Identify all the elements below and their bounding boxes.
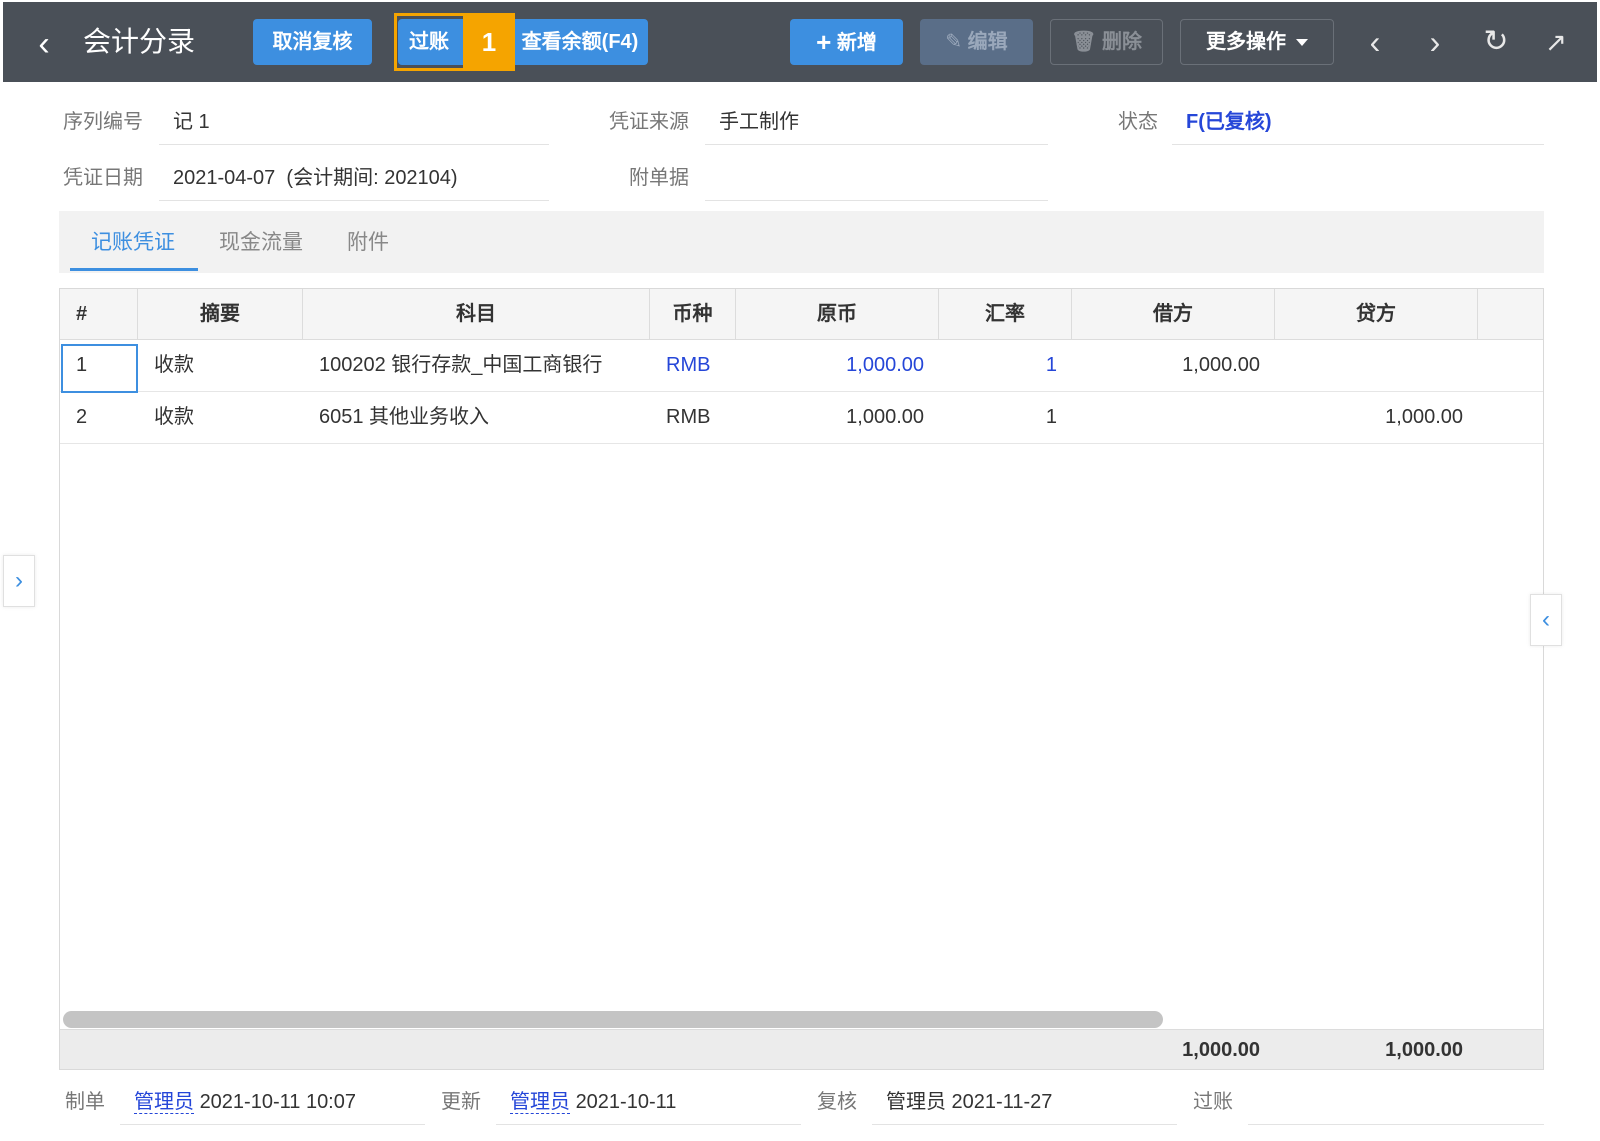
cell-no[interactable]: 2	[76, 392, 87, 443]
entries-table: # 摘要 科目 币种 原币 汇率 借方 贷方 1 收款 100202 银行存款_…	[59, 288, 1544, 1070]
plus-icon: +	[816, 27, 832, 57]
delete-button[interactable]: 🗑 删除	[1050, 19, 1163, 65]
table-header: # 摘要 科目 币种 原币 汇率 借方 贷方	[60, 289, 1543, 340]
tab-cashflow[interactable]: 现金流量	[219, 229, 303, 257]
trash-icon: 🗑	[1071, 31, 1097, 53]
review-underline	[872, 1124, 1177, 1125]
maker-time: 2021-10-11 10:07	[199, 1091, 356, 1113]
chevron-right-icon: ›	[15, 567, 23, 594]
col-header-original[interactable]: 原币	[736, 289, 939, 340]
cell-credit[interactable]: 1,000.00	[1275, 392, 1463, 443]
horizontal-scrollbar[interactable]	[63, 1011, 1163, 1028]
update-info: 管理员 2021-10-11	[510, 1087, 676, 1117]
caret-down-icon	[1296, 39, 1308, 47]
total-credit: 1,000.00	[1385, 1039, 1463, 1061]
tab-voucher[interactable]: 记账凭证	[91, 229, 175, 257]
seq-label: 序列编号	[63, 111, 143, 133]
active-tab-indicator	[70, 268, 198, 271]
cell-account[interactable]: 100202 银行存款_中国工商银行	[319, 340, 602, 391]
delete-label: 删除	[1101, 31, 1142, 53]
cell-original[interactable]: 1,000.00	[736, 392, 924, 443]
attach-label: 附单据	[629, 167, 689, 189]
edit-label: 编辑	[967, 31, 1008, 53]
maker-label: 制单	[65, 1091, 105, 1113]
edit-button[interactable]: ✎ 编辑	[920, 19, 1033, 65]
maker-user-link[interactable]: 管理员	[134, 1091, 194, 1114]
table-totals-row: 1,000.00 1,000.00	[60, 1029, 1543, 1069]
chevron-left-icon: ‹	[1542, 606, 1550, 633]
chevron-left-icon: ‹	[1369, 24, 1381, 60]
table-row[interactable]: 1 收款 100202 银行存款_中国工商银行 RMB 1,000.00 1 1…	[60, 340, 1543, 392]
update-label: 更新	[441, 1091, 481, 1113]
prev-record-button[interactable]: ‹	[1357, 24, 1393, 60]
update-underline	[496, 1124, 801, 1125]
tab-attachments[interactable]: 附件	[347, 229, 389, 257]
status-value: F(已复核)	[1186, 111, 1272, 133]
view-balance-button[interactable]: 查看余额(F4)	[515, 19, 645, 65]
cell-debit[interactable]	[1072, 392, 1260, 443]
col-header-currency[interactable]: 币种	[650, 289, 736, 340]
focused-cell-outline	[61, 344, 138, 393]
update-user-link[interactable]: 管理员	[510, 1091, 570, 1114]
cell-summary[interactable]: 收款	[154, 340, 194, 391]
add-label: 新增	[836, 32, 877, 54]
unreview-button[interactable]: 取消复核	[253, 19, 372, 65]
more-label: 更多操作	[1206, 31, 1286, 53]
expand-left-panel-button[interactable]: ›	[3, 555, 35, 607]
app-window: ‹ 会计分录 取消复核 过账 查看余额(F4) 1 + 新增 ✎ 编辑 🗑 删除…	[0, 0, 1600, 1141]
update-time: 2021-10-11	[575, 1091, 677, 1113]
post-underline	[1248, 1124, 1544, 1125]
cell-currency[interactable]: RMB	[666, 392, 710, 443]
date-underline	[159, 200, 549, 201]
attach-underline	[705, 200, 1048, 201]
step-badge: 1	[463, 13, 515, 71]
refresh-icon: ↻	[1483, 25, 1509, 58]
status-label: 状态	[1118, 111, 1158, 133]
col-header-rate[interactable]: 汇率	[939, 289, 1072, 340]
col-header-account[interactable]: 科目	[303, 289, 650, 340]
expand-right-panel-button[interactable]: ‹	[1530, 594, 1562, 646]
export-button[interactable]: ↗	[1538, 24, 1574, 60]
edit-icon: ✎	[945, 31, 963, 53]
review-label: 复核	[817, 1091, 857, 1113]
source-underline	[705, 144, 1048, 145]
export-icon: ↗	[1545, 27, 1567, 57]
cell-summary[interactable]: 收款	[154, 392, 194, 443]
col-header-credit[interactable]: 贷方	[1275, 289, 1478, 340]
cell-account[interactable]: 6051 其他业务收入	[319, 392, 489, 443]
date-label: 凭证日期	[63, 167, 143, 189]
back-button[interactable]: ‹	[29, 24, 59, 64]
post-label: 过账	[1193, 1091, 1233, 1113]
refresh-button[interactable]: ↻	[1478, 24, 1514, 60]
status-underline	[1172, 144, 1544, 145]
cell-debit[interactable]: 1,000.00	[1072, 340, 1260, 391]
maker-info: 管理员 2021-10-11 10:07	[134, 1087, 356, 1117]
col-header-summary[interactable]: 摘要	[138, 289, 303, 340]
source-label: 凭证来源	[609, 111, 689, 133]
total-debit: 1,000.00	[1182, 1039, 1260, 1061]
cell-credit[interactable]	[1275, 340, 1463, 391]
seq-value: 记 1	[173, 111, 210, 133]
cell-original[interactable]: 1,000.00	[736, 340, 924, 391]
col-header-no[interactable]: #	[60, 289, 138, 340]
table-row[interactable]: 2 收款 6051 其他业务收入 RMB 1,000.00 1 1,000.00	[60, 392, 1543, 444]
cell-currency[interactable]: RMB	[666, 340, 710, 391]
next-record-button[interactable]: ›	[1417, 24, 1453, 60]
cell-rate[interactable]: 1	[939, 340, 1057, 391]
add-button[interactable]: + 新增	[790, 19, 903, 65]
maker-underline	[120, 1124, 425, 1125]
source-value: 手工制作	[719, 111, 799, 133]
cell-rate[interactable]: 1	[939, 392, 1057, 443]
chevron-right-icon: ›	[1429, 24, 1441, 60]
more-actions-dropdown[interactable]: 更多操作	[1180, 19, 1334, 65]
seq-underline	[159, 144, 549, 145]
chevron-left-icon: ‹	[38, 25, 50, 63]
review-info: 管理员 2021-11-27	[886, 1091, 1053, 1113]
page-title: 会计分录	[83, 26, 196, 57]
toolbar: ‹ 会计分录 取消复核 过账 查看余额(F4) 1 + 新增 ✎ 编辑 🗑 删除…	[3, 2, 1597, 82]
col-header-debit[interactable]: 借方	[1072, 289, 1275, 340]
date-value: 2021-04-07 (会计期间: 202104)	[173, 167, 458, 189]
tab-bar: 记账凭证 现金流量 附件	[59, 211, 1544, 273]
